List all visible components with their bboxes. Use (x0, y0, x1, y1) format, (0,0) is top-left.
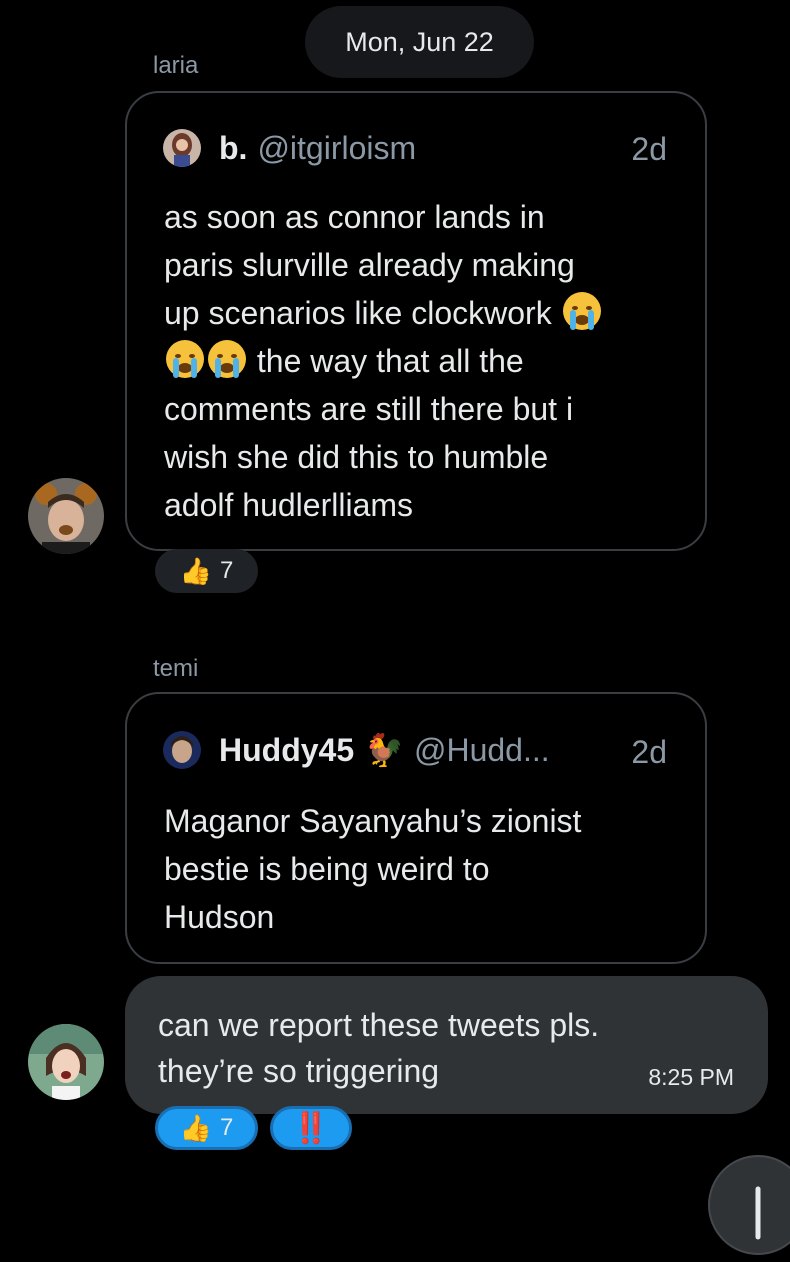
crying-face-emoji (166, 340, 204, 378)
text-line: comments are still there but i (164, 391, 574, 427)
text-line: can we report these tweets pls. (158, 1007, 600, 1043)
reaction-chip[interactable]: ‼️ (270, 1106, 352, 1150)
reaction-chip[interactable]: 👍 7 (155, 549, 258, 593)
quoted-author-name: Huddy45 (219, 731, 355, 768)
date-divider: Mon, Jun 22 (305, 6, 534, 78)
reaction-count: 7 (220, 1114, 234, 1141)
sender-avatar[interactable] (28, 478, 104, 554)
quoted-author-avatar (163, 129, 201, 167)
text-line: they’re so triggering (158, 1053, 440, 1089)
double-exclamation-emoji: ‼️ (292, 1111, 330, 1145)
text-line: the way that all the (256, 343, 524, 379)
quoted-tweet-text: Maganor Sayanyahu’s zionist bestie is be… (164, 797, 581, 941)
text-line: paris slurville already making (164, 247, 575, 283)
sender-name: temi (153, 655, 199, 682)
reaction-chip[interactable]: 👍 7 (155, 1106, 258, 1150)
scroll-down-button[interactable] (708, 1155, 790, 1255)
crying-face-emoji (208, 340, 246, 378)
message-timestamp: 8:25 PM (648, 1064, 734, 1090)
sender-name: laria (153, 52, 199, 79)
quoted-tweet-card[interactable]: b. @itgirloism 2d as soon as connor land… (125, 91, 707, 551)
quoted-tweet-card[interactable]: Huddy45 🐓 @Hudd... 2d Maganor Sayanyahu’… (125, 692, 707, 964)
crying-face-emoji (562, 292, 601, 330)
quoted-author-handle: @Hudd... (413, 731, 550, 768)
sender-avatar[interactable] (28, 1024, 104, 1100)
message-text: can we report these tweets pls. they’re … (158, 1002, 599, 1094)
text-line: as soon as connor lands in (164, 199, 545, 235)
quoted-author-avatar (163, 731, 201, 769)
arrow-down-icon (755, 1186, 761, 1240)
text-line: bestie is being weird to (164, 851, 490, 887)
quoted-tweet-text: as soon as connor lands in paris slurvil… (164, 193, 603, 529)
quoted-tweet-time: 2d (631, 734, 667, 770)
thumbs-up-emoji: 👍 (179, 1112, 212, 1143)
rooster-emoji: 🐓 (364, 732, 404, 768)
quoted-author-name: b. (219, 129, 248, 166)
text-line: Maganor Sayanyahu’s zionist (164, 803, 582, 839)
text-line: wish she did this to humble (164, 439, 549, 475)
text-line: adolf hudlerlliams (164, 487, 414, 523)
quoted-tweet-time: 2d (631, 131, 667, 167)
reaction-count: 7 (220, 557, 234, 584)
message-bubble[interactable]: can we report these tweets pls. they’re … (125, 976, 768, 1114)
text-line: Hudson (164, 899, 275, 935)
quoted-author-handle: @itgirloism (257, 129, 417, 166)
text-line: up scenarios like clockwork (164, 295, 552, 331)
thumbs-up-emoji: 👍 (179, 555, 212, 586)
